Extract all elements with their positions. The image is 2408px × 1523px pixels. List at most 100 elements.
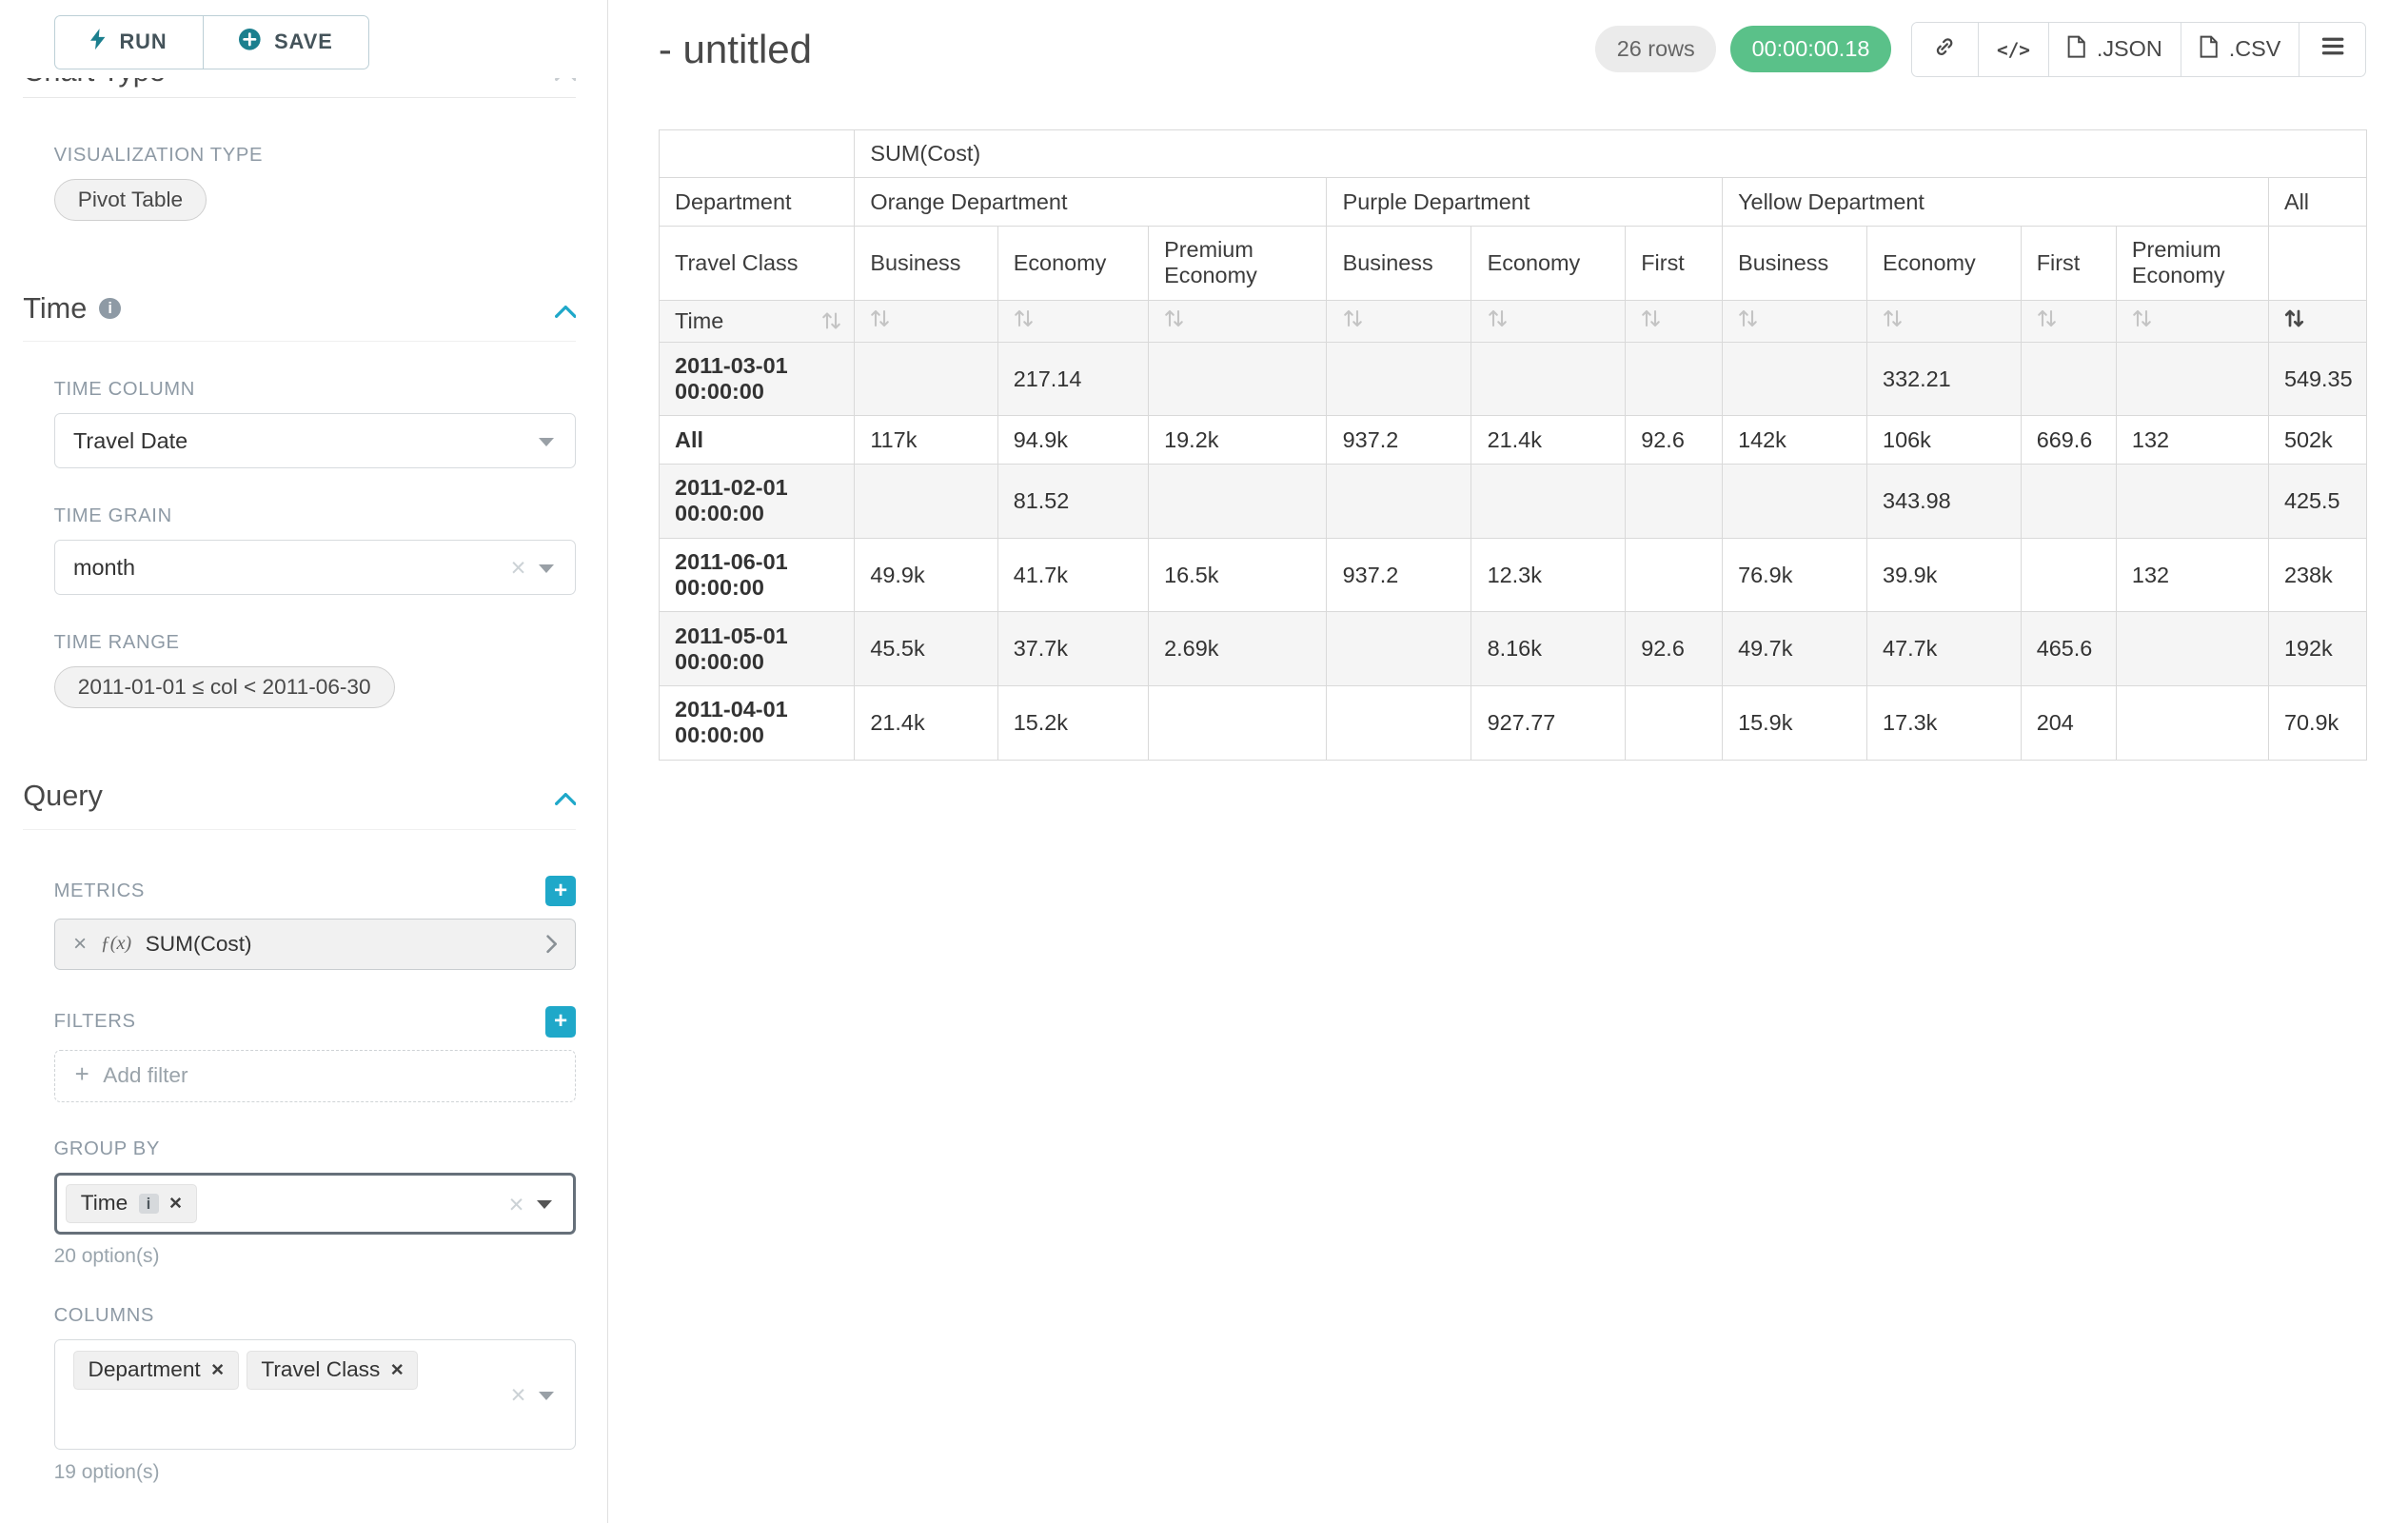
export-button-group: .JSON .CSV [1911,22,2366,77]
chevron-down-icon [539,1392,554,1400]
export-csv-button[interactable]: .CSV [2181,22,2300,77]
column-header: First [2021,227,2116,301]
filters-label-text: FILTERS [54,1011,136,1033]
column-group-header-all: All [2268,178,2366,227]
table-cell: 549.35 [2268,342,2366,416]
table-cell [855,342,997,416]
table-cell: 937.2 [1327,538,1471,612]
sort-toggle-icon[interactable] [821,311,841,331]
table-cell [1148,685,1327,760]
table-cell: 204 [2021,685,2116,760]
table-cell: 142k [1722,416,1866,465]
add-filter-button[interactable]: Add filter [54,1050,577,1102]
table-cell [1626,538,1723,612]
sort-header-cell [997,300,1148,342]
table-cell: 81.52 [997,465,1148,539]
remove-tag-icon[interactable] [391,1359,404,1381]
clear-icon[interactable] [510,554,525,580]
table-cell: 238k [2268,538,2366,612]
chart-panel: - untitled 26 rows 00:00:00.18 .JSON [608,0,2408,1523]
time-grain-select[interactable]: month [54,540,577,595]
remove-metric-icon[interactable] [73,931,87,958]
time-range-label: TIME RANGE [54,632,577,654]
table-cell: 669.6 [2021,416,2116,465]
group-by-select[interactable]: Time [54,1173,577,1235]
view-query-button[interactable] [1978,22,2050,77]
clear-icon[interactable] [510,1381,525,1407]
visualization-type-pill[interactable]: Pivot Table [54,179,207,221]
code-icon [1997,36,2030,62]
sidebar-actions: RUN SAVE [0,0,607,78]
remove-tag-icon[interactable] [169,1193,182,1215]
columns-tag-travel-class[interactable]: Travel Class [247,1351,419,1390]
remove-tag-icon[interactable] [211,1359,224,1381]
sort-header-cell [1471,300,1626,342]
share-link-button[interactable] [1911,22,1979,77]
control-panel-scroll[interactable]: Chart Type VISUALIZATION TYPE Pivot Tabl… [0,78,607,1523]
time-label: Time [675,308,723,333]
chart-header-actions: 26 rows 00:00:00.18 .JSON .CSV [1595,22,2366,77]
sort-toggle-icon[interactable] [2132,308,2152,328]
table-cell [1148,465,1327,539]
row-count-badge: 26 rows [1595,26,1716,71]
time-column-select[interactable]: Travel Date [54,413,577,468]
metrics-label: METRICS [54,876,577,906]
run-button[interactable]: RUN [54,15,203,69]
time-section-header[interactable]: Time [23,291,576,342]
control-panel-sidebar: RUN SAVE Chart Type VISUALIZATION TYPE P… [0,0,608,1523]
time-range-label-text: TIME RANGE [54,632,180,654]
columns-select[interactable]: Department Travel Class [54,1339,577,1450]
group-by-label: GROUP BY [54,1138,577,1160]
sort-toggle-icon[interactable] [1883,308,1903,328]
table-cell [1626,465,1723,539]
sort-toggle-icon[interactable] [2037,308,2057,328]
chart-title[interactable]: - untitled [659,26,812,73]
table-cell [1722,342,1866,416]
chevron-up-icon [555,291,577,326]
group-by-tag-time[interactable]: Time [66,1184,196,1223]
table-cell: 15.2k [997,685,1148,760]
add-metric-button[interactable] [545,876,576,906]
chart-type-section-header[interactable]: Chart Type [23,78,576,98]
sort-header-row: Time [659,300,2366,342]
query-section-header[interactable]: Query [23,779,576,829]
menu-button[interactable] [2299,22,2366,77]
time-range-pill[interactable]: 2011-01-01 ≤ col < 2011-06-30 [54,666,395,708]
table-row: 2011-03-01 00:00:00217.14332.21549.35 [659,342,2366,416]
corner-blank-cell [659,129,854,178]
table-row: 2011-06-01 00:00:0049.9k41.7k16.5k937.21… [659,538,2366,612]
time-grain-label-text: TIME GRAIN [54,505,172,527]
column-group-header: Purple Department [1327,178,1722,227]
query-timer-badge: 00:00:00.18 [1730,26,1891,71]
table-cell: 425.5 [2268,465,2366,539]
table-cell: 106k [1866,416,2021,465]
metric-option[interactable]: ƒ(x) SUM(Cost) [54,919,577,969]
sort-toggle-icon[interactable] [1488,308,1508,328]
run-button-label: RUN [119,30,167,54]
sort-toggle-icon[interactable] [1343,308,1363,328]
table-cell: 343.98 [1866,465,2021,539]
chevron-down-icon [539,438,554,446]
table-cell: 37.7k [997,612,1148,686]
sort-toggle-icon[interactable] [1014,308,1034,328]
export-json-button[interactable]: .JSON [2048,22,2182,77]
save-button[interactable]: SAVE [203,15,369,69]
table-cell: 92.6 [1626,612,1723,686]
sort-desc-icon[interactable] [2284,308,2304,328]
row-label: 2011-05-01 00:00:00 [659,612,854,686]
sort-toggle-icon[interactable] [1164,308,1184,328]
table-cell: 19.2k [1148,416,1327,465]
add-filter-plus-button[interactable] [545,1006,576,1037]
run-save-button-group: RUN SAVE [54,15,369,69]
time-section-title: Time [23,291,87,326]
sort-toggle-icon[interactable] [1738,308,1758,328]
columns-label: COLUMNS [54,1305,577,1327]
sort-toggle-icon[interactable] [870,308,890,328]
sort-toggle-icon[interactable] [1641,308,1661,328]
export-json-label: .JSON [2097,36,2162,62]
file-icon [2067,35,2085,64]
table-cell [1327,465,1471,539]
clear-icon[interactable] [508,1191,523,1216]
columns-tag-department[interactable]: Department [73,1351,239,1390]
table-cell: 217.14 [997,342,1148,416]
